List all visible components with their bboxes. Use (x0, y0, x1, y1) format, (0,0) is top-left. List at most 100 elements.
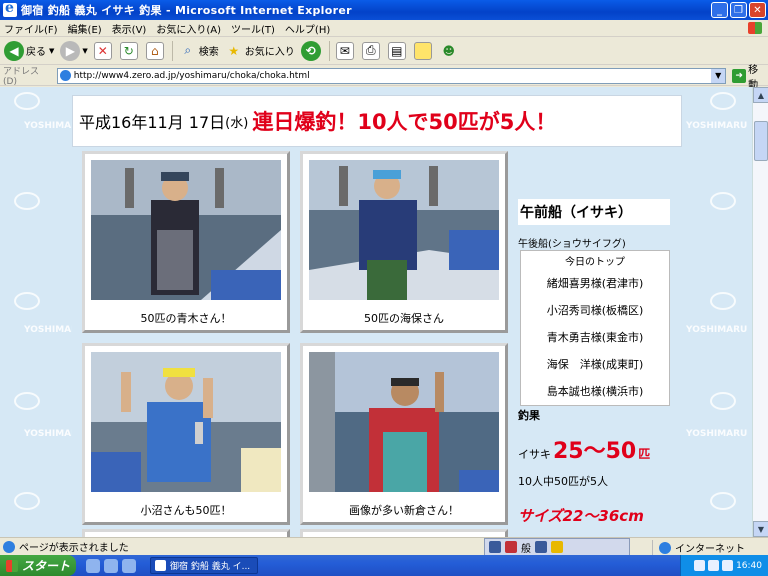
forward-button[interactable]: ▶ ▼ (60, 40, 88, 61)
fish-icon (710, 292, 736, 310)
ie-quick-launch-icon[interactable] (86, 558, 100, 573)
tray-network-icon[interactable] (694, 560, 706, 571)
minimize-button[interactable]: _ (711, 2, 728, 18)
scroll-thumb[interactable] (754, 121, 768, 161)
go-button[interactable]: ➜ 移動 (732, 61, 768, 91)
refresh-icon: ↻ (119, 41, 138, 60)
fish-icon (14, 192, 40, 210)
page-icon (59, 70, 71, 81)
globe-icon (659, 541, 671, 554)
photo-caption: 50匹の海保さん (364, 312, 444, 325)
scroll-down-icon[interactable]: ▼ (753, 521, 768, 537)
menu-tools[interactable]: ツール(T) (231, 21, 275, 36)
chevron-down-icon[interactable]: ▼ (711, 68, 726, 83)
watermark-text: YOSHIMARU (686, 325, 748, 335)
photo-card: 小沼さんも50匹！ (82, 343, 290, 525)
media-quick-launch-icon[interactable] (122, 558, 136, 573)
list-item: 今日のトップ (565, 256, 625, 268)
menu-help[interactable]: ヘルプ(H) (285, 21, 330, 36)
go-label: 移動 (748, 64, 759, 91)
mail-icon: ✉ (335, 41, 354, 60)
history-icon: ⟲ (300, 40, 321, 61)
status-bar: ページが表示されました 般 インターネット (0, 537, 768, 556)
favorites-button[interactable]: ★ お気に入り (225, 42, 294, 60)
menu-bar: ファイル(F) 編集(E) 表示(V) お気に入り(A) ツール(T) ヘルプ(… (0, 20, 768, 37)
ime-toolbar[interactable]: 般 (484, 538, 630, 556)
afternoon-boat-link[interactable]: 午後船(ショウサイフグ) (518, 235, 626, 250)
toolbar: ◀ 戻る ▼ ▶ ▼ ✕ ↻ ⌂ ⌕ 検索 ★ お気に入り ⟲ ✉ ⎙ ▤ ☻ (0, 37, 768, 65)
photo-card: 画像が多い新倉さん！ (300, 343, 508, 525)
search-button[interactable]: ⌕ 検索 (179, 42, 218, 60)
tray-media-icon[interactable] (708, 560, 720, 571)
fish-size: サイズ22～36cm (518, 507, 644, 525)
clock[interactable]: 16:40 (736, 561, 762, 571)
page-done-icon (3, 540, 15, 553)
status-text: ページが表示されました (19, 543, 129, 554)
chevron-down-icon[interactable]: ▼ (82, 47, 87, 55)
messenger-button[interactable]: ☻ (440, 42, 460, 60)
menu-edit[interactable]: 編集(E) (68, 21, 102, 36)
taskbar: スタート 御宿 釣船 義丸 イ... 16:40 (0, 555, 768, 576)
edit-icon: ▤ (387, 41, 406, 60)
photo-caption: 50匹の青木さん！ (140, 312, 232, 325)
menu-file[interactable]: ファイル(F) (4, 21, 58, 36)
list-item: 青木勇吉様(東金市) (546, 330, 644, 344)
back-label: 戻る (26, 47, 46, 58)
print-button[interactable]: ⎙ (361, 41, 382, 60)
mail-button[interactable]: ✉ (335, 41, 356, 60)
stop-button[interactable]: ✕ (93, 41, 114, 60)
angler-photo-image[interactable] (309, 160, 499, 300)
back-button[interactable]: ◀ 戻る ▼ (4, 40, 54, 61)
scroll-up-icon[interactable]: ▲ (753, 87, 768, 103)
list-item: 島本誠也様(横浜市) (546, 384, 644, 398)
address-label: アドレス(D) (3, 67, 40, 87)
maximize-button[interactable]: ❐ (730, 2, 747, 18)
ime-mode: 般 (521, 543, 531, 555)
quick-launch (86, 558, 136, 573)
report-date: 平成16年11月 17日 (79, 113, 226, 132)
page-title: 平成16年11月 17日 (水) 連日爆釣！10人で50匹が5人！ (72, 95, 682, 147)
photo-caption: 画像が多い新倉さん！ (349, 504, 459, 517)
page-content[interactable]: YOSHIMARU YOSHIMARU YOSHIMARU YOSHIMARU … (0, 87, 752, 537)
angler-photo-image[interactable] (91, 160, 281, 300)
headline-catch: 連日爆釣！10人で50匹が5人！ (252, 110, 557, 134)
ie-icon (3, 0, 17, 17)
search-icon: ⌕ (184, 43, 192, 57)
printer-icon: ⎙ (361, 41, 380, 60)
fish-icon (14, 292, 40, 310)
angler-photo-image[interactable] (309, 352, 499, 492)
tray-security-icon[interactable] (722, 560, 734, 571)
watermark-text: YOSHIMARU (686, 121, 748, 131)
list-item: 海保 洋様(成東町) (546, 357, 644, 371)
menu-favorites[interactable]: お気に入り(A) (156, 21, 221, 36)
photo-grid: 50匹の青木さん！ 50匹の海保さん 小沼さんも50匹！ 画像が多い新倉さん！ (72, 151, 517, 537)
photo-caption: 小沼さんも50匹！ (140, 504, 232, 517)
angler-photo-image[interactable] (91, 352, 281, 492)
photo-card (82, 529, 290, 537)
close-button[interactable]: ✕ (749, 2, 766, 18)
go-arrow-icon: ➜ (732, 68, 747, 83)
result-label: 釣果 (518, 409, 540, 422)
fish-icon (710, 492, 736, 510)
list-item: 緒畑喜男様(君津市) (546, 276, 644, 290)
edit-button[interactable]: ▤ (387, 41, 408, 60)
address-input[interactable]: http://www4.zero.ad.jp/yoshimaru/choka/c… (56, 67, 727, 84)
refresh-button[interactable]: ↻ (119, 41, 140, 60)
chevron-down-icon[interactable]: ▼ (49, 47, 54, 55)
catch-summary: 10人中50匹が5人 (518, 475, 608, 488)
back-arrow-icon: ◀ (4, 40, 24, 61)
system-tray: 16:40 (680, 555, 768, 576)
taskbar-window-button[interactable]: 御宿 釣船 義丸 イ... (150, 557, 258, 574)
fish-icon (710, 392, 736, 410)
discuss-button[interactable] (413, 41, 434, 60)
outlook-quick-launch-icon[interactable] (104, 558, 118, 573)
start-button[interactable]: スタート (0, 555, 76, 576)
catch-unit: 匹 (638, 447, 651, 461)
home-button[interactable]: ⌂ (145, 41, 166, 60)
menu-view[interactable]: 表示(V) (112, 21, 147, 36)
forward-arrow-icon: ▶ (60, 40, 81, 61)
note-icon (413, 41, 432, 60)
start-label: スタート (22, 559, 71, 573)
vertical-scrollbar[interactable]: ▲ ▼ (752, 87, 768, 537)
history-button[interactable]: ⟲ (300, 40, 323, 61)
